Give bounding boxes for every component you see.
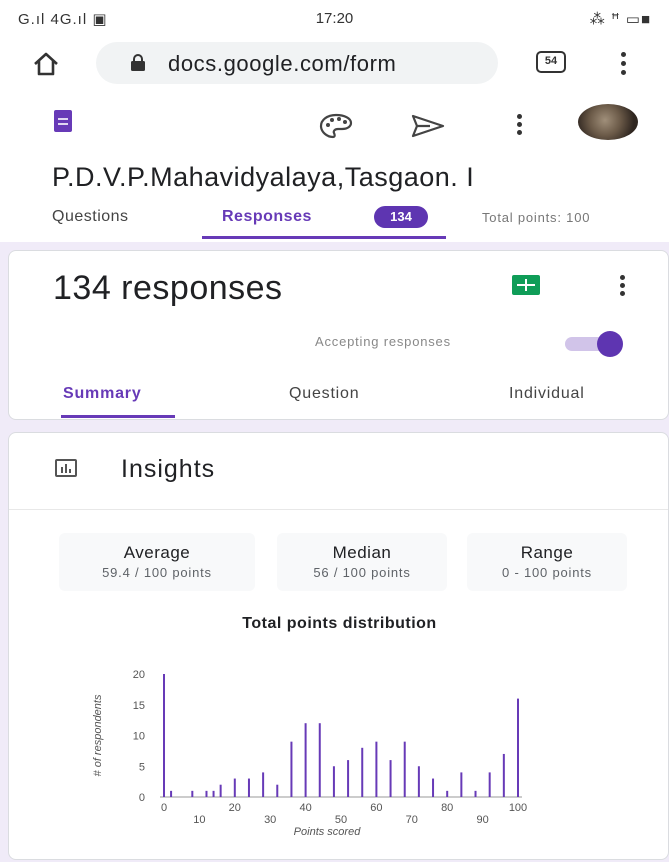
histogram-bar	[247, 778, 250, 797]
x-tick-label: 30	[264, 814, 276, 826]
lock-icon	[131, 54, 145, 71]
points-distribution-chart: 0 5 10 15 20 0 20 40 60 80 100 10 30 50 70 90 Points sco…	[92, 669, 527, 838]
histogram-bar	[375, 741, 378, 797]
histogram-bar	[170, 790, 173, 797]
subtab-summary[interactable]: Summary	[63, 385, 142, 403]
browser-menu-icon[interactable]	[614, 50, 634, 78]
summary-tab-indicator	[61, 415, 175, 418]
forms-header: P.D.V.P.Mahavidyalaya,Tasgaon. I Questio…	[0, 92, 669, 243]
x-tick-label: 60	[370, 802, 382, 814]
stat-value: 59.4 / 100 points	[102, 565, 212, 580]
x-tick-label: 90	[476, 814, 488, 826]
insights-icon	[55, 459, 77, 477]
histogram-bar	[403, 741, 406, 797]
address-bar[interactable]: docs.google.com/form	[96, 42, 498, 84]
browser-toolbar: docs.google.com/form 54	[0, 40, 669, 88]
histogram-bar	[332, 766, 335, 797]
tab-switcher-button[interactable]: 54	[536, 51, 566, 73]
stat-value: 56 / 100 points	[313, 565, 411, 580]
stat-label: Range	[520, 543, 574, 562]
histogram-bar	[488, 772, 491, 797]
x-tick-label: 20	[229, 802, 241, 814]
x-tick-label: 100	[509, 802, 527, 814]
histogram-bar	[417, 766, 420, 797]
x-tick-label: 80	[441, 802, 453, 814]
form-title: P.D.V.P.Mahavidyalaya,Tasgaon. I	[52, 162, 475, 192]
stat-value: 0 - 100 points	[502, 565, 592, 580]
home-icon[interactable]	[30, 48, 62, 80]
chart-title: Total points distribution	[242, 615, 437, 632]
y-tick-label: 5	[139, 761, 145, 773]
url-text: docs.google.com/form	[168, 51, 397, 76]
histogram-bar	[191, 790, 194, 797]
histogram-bar	[318, 723, 321, 797]
responses-more-icon[interactable]	[613, 271, 633, 299]
y-tick-label: 20	[133, 669, 145, 681]
tab-responses[interactable]: Responses	[222, 208, 312, 226]
histogram-bar	[290, 741, 293, 797]
responses-count-heading: 134 responses	[53, 269, 283, 307]
x-tick-label: 0	[161, 802, 167, 814]
active-tab-indicator	[202, 236, 446, 239]
histogram-bar	[212, 790, 215, 797]
histogram-bar	[304, 723, 307, 797]
insights-title: Insights	[121, 455, 216, 483]
send-icon[interactable]	[410, 112, 446, 140]
avatar[interactable]	[578, 104, 638, 140]
histogram-bar	[219, 784, 222, 797]
tab-questions[interactable]: Questions	[52, 208, 129, 226]
histogram-bar	[347, 760, 350, 797]
histogram-bar	[163, 674, 165, 797]
x-axis-label: Points scored	[294, 826, 362, 838]
battery-indicators: ⁂ ꟸ ▭■	[589, 11, 651, 28]
histogram-bar	[389, 760, 392, 797]
status-time: 17:20	[315, 10, 354, 27]
y-tick-label: 10	[133, 731, 145, 743]
histogram-bar	[276, 784, 279, 797]
total-points-label: Total points: 100	[482, 210, 591, 225]
more-options-icon[interactable]	[510, 110, 530, 138]
x-tick-label: 70	[406, 814, 418, 826]
average-stat: Average 59.4 / 100 points	[59, 533, 255, 591]
range-stat: Range 0 - 100 points	[467, 533, 627, 591]
histogram-bar	[262, 772, 265, 797]
median-stat: Median 56 / 100 points	[277, 533, 447, 591]
accepting-responses-label: Accepting responses	[315, 334, 451, 349]
y-axis-label: # of respondents	[92, 694, 104, 776]
responses-count-badge: 134	[374, 206, 428, 228]
palette-icon[interactable]	[318, 112, 354, 140]
responses-card: 134 responses Accepting responses Summar…	[8, 250, 669, 420]
histogram-bar	[474, 790, 477, 797]
histogram-bar	[233, 778, 236, 797]
histogram-bar	[502, 753, 505, 797]
histogram-bar	[432, 778, 435, 797]
y-tick-label: 15	[133, 700, 145, 712]
insights-card: Insights Average 59.4 / 100 points Media…	[8, 432, 669, 860]
histogram-bar	[517, 698, 519, 797]
stat-label: Average	[123, 543, 191, 562]
status-bar: G.ıl 4G.ıl ▣ 17:20 ⁂ ꟸ ▭■	[0, 0, 669, 40]
x-tick-label: 10	[193, 814, 205, 826]
histogram-bar	[205, 790, 208, 797]
y-tick-label: 0	[139, 792, 145, 804]
stat-label: Median	[332, 543, 392, 562]
histogram-bar	[361, 747, 364, 797]
x-tick-label: 50	[335, 814, 347, 826]
google-forms-logo-icon[interactable]	[54, 110, 72, 132]
histogram-bar	[446, 790, 449, 797]
sheets-icon[interactable]	[512, 275, 540, 295]
subtab-question[interactable]: Question	[289, 385, 359, 403]
x-tick-label: 40	[299, 802, 311, 814]
histogram-bar	[460, 772, 463, 797]
divider	[9, 509, 668, 510]
subtab-individual[interactable]: Individual	[509, 385, 585, 403]
